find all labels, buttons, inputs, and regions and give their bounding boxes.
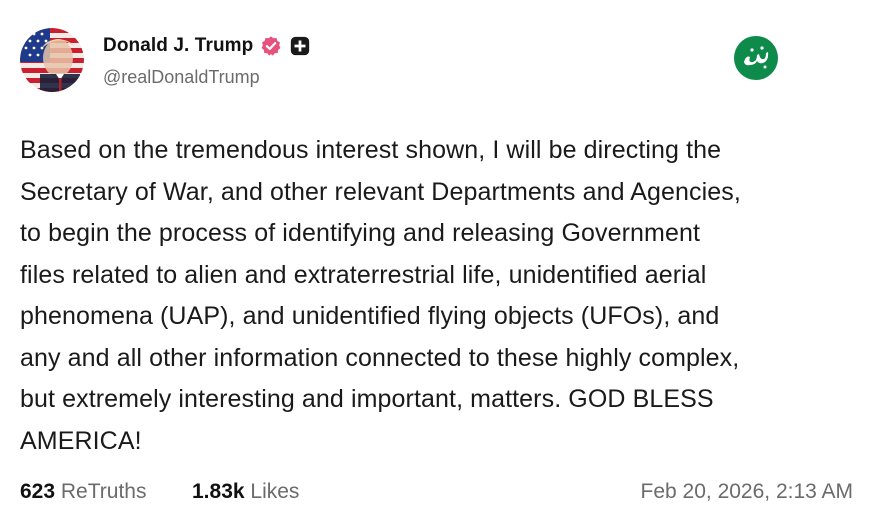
author-name-row: Donald J. Trump [103,32,311,60]
plus-square-icon [289,35,311,57]
retruths-label: ReTruths [60,480,147,503]
post-text-line: any and all other information connected … [20,343,740,372]
post-text-line: but extremely interesting and important,… [20,385,714,413]
author-handle[interactable]: @realDonaldTrump [103,67,260,88]
likes-count: 1.83k [192,480,245,503]
verified-badge-icon [260,35,282,57]
display-name[interactable]: Donald J. Trump [103,35,253,57]
post-card: Donald J. Trump @realDonaldTrump Based o… [0,0,873,532]
avatar[interactable] [20,28,84,92]
post-text: Based on the tremendous interest shown, … [20,130,860,462]
post-text-line: phenomena (UAP), and unidentified flying… [20,302,720,330]
likes-label: Likes [250,480,300,503]
flag-portrait-avatar-icon [20,28,84,92]
post-footer: 623 ReTruths 1.83k Likes Feb 20, 2026, 2… [20,480,853,510]
post-text-line: files related to alien and extraterrestr… [20,260,707,289]
post-text-line: Based on the tremendous interest shown, … [20,136,722,164]
green-circle-logo-icon [733,35,779,81]
post-text-line: to begin the process of identifying and … [20,219,701,247]
post-text-line: Secretary of War, and other relevant Dep… [20,177,741,206]
post-timestamp[interactable]: Feb 20, 2026, 2:13 AM [641,480,853,504]
retruths-count: 623 [20,480,56,503]
retruths-stat[interactable]: 623 ReTruths [20,480,146,504]
likes-stat[interactable]: 1.83k Likes [192,480,299,504]
post-text-line: AMERICA! [20,426,142,455]
